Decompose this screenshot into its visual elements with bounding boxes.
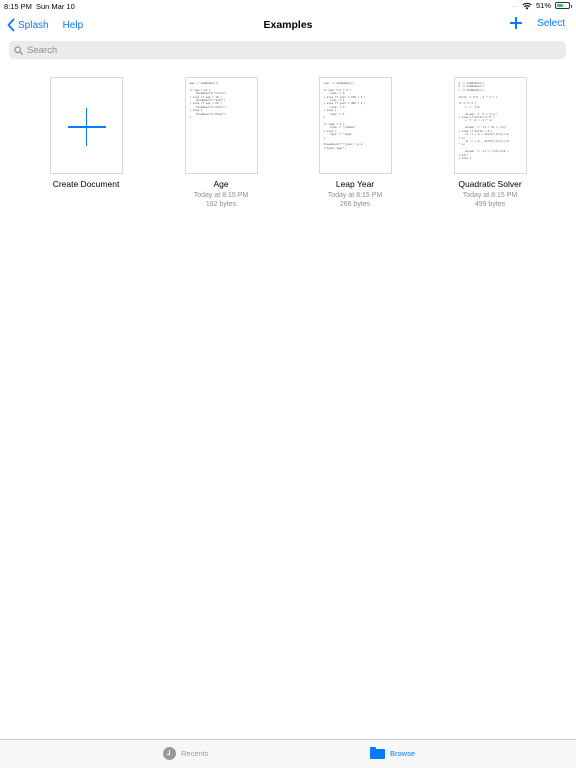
document-name: Leap Year <box>335 179 375 189</box>
page-title: Examples <box>263 19 313 31</box>
tab-recents[interactable]: Recents <box>163 747 209 760</box>
document-tile-quadratic-solver[interactable]: a := AskNumber() b := AskNumber() c := A… <box>423 77 557 209</box>
search-icon <box>14 45 23 55</box>
plus-icon[interactable] <box>509 16 523 30</box>
document-preview: age := AskNumber() if age < 12 { ShowRes… <box>189 81 227 120</box>
status-time: 8:15 PM <box>4 2 32 11</box>
battery-percent: 51% <box>535 1 551 10</box>
document-date: Today at 8:15 PM <box>327 191 383 199</box>
document-name: Age <box>213 179 229 189</box>
status-bar: 8:15 PM Sun Mar 10 .... 51% <box>0 0 576 12</box>
signal-dots: .... <box>511 2 518 9</box>
select-button[interactable]: Select <box>537 18 565 29</box>
document-tile-age[interactable]: age := AskNumber() if age < 12 { ShowRes… <box>154 77 288 209</box>
document-thumbnail[interactable]: age := AskNumber() if age < 12 { ShowRes… <box>184 77 258 174</box>
document-preview: year := AskNumber() if year % 4 = 0 { le… <box>323 81 366 150</box>
document-tile-leap-year[interactable]: year := AskNumber() if year % 4 = 0 { le… <box>288 77 422 209</box>
status-date: Sun Mar 10 <box>36 2 75 11</box>
document-name: Create Document <box>52 179 120 189</box>
folder-icon <box>370 747 385 759</box>
document-date: Today at 8:15 PM <box>462 191 518 199</box>
tab-bar: Recents Browse <box>0 739 576 768</box>
tab-browse-label: Browse <box>390 748 416 758</box>
plus-icon <box>67 108 106 146</box>
navigation-bar: Splash Help Examples Select <box>0 14 576 38</box>
tab-browse[interactable]: Browse <box>370 747 415 759</box>
clock-icon <box>163 747 176 760</box>
document-thumbnail[interactable]: year := AskNumber() if year % 4 = 0 { le… <box>318 77 392 174</box>
nav-right: Select <box>509 16 565 30</box>
document-date: Today at 8:15 PM <box>193 191 249 199</box>
search-bar <box>9 41 566 59</box>
document-size: 499 bytes <box>474 200 506 208</box>
tab-recents-label: Recents <box>181 749 209 758</box>
document-preview: a := AskNumber() b := AskNumber() c := A… <box>458 81 509 160</box>
create-document-thumbnail[interactable] <box>49 77 123 174</box>
document-thumbnail[interactable]: a := AskNumber() b := AskNumber() c := A… <box>453 77 527 174</box>
battery-fill <box>557 4 563 7</box>
document-size: 182 bytes <box>205 200 237 208</box>
wifi-icon <box>522 2 532 9</box>
battery-icon <box>555 2 572 9</box>
document-size: 266 bytes <box>339 200 371 208</box>
search-input[interactable] <box>27 44 527 56</box>
create-document-tile[interactable]: Create Document <box>19 77 153 189</box>
status-right: .... 51% <box>511 1 572 10</box>
document-name: Quadratic Solver <box>458 179 522 189</box>
